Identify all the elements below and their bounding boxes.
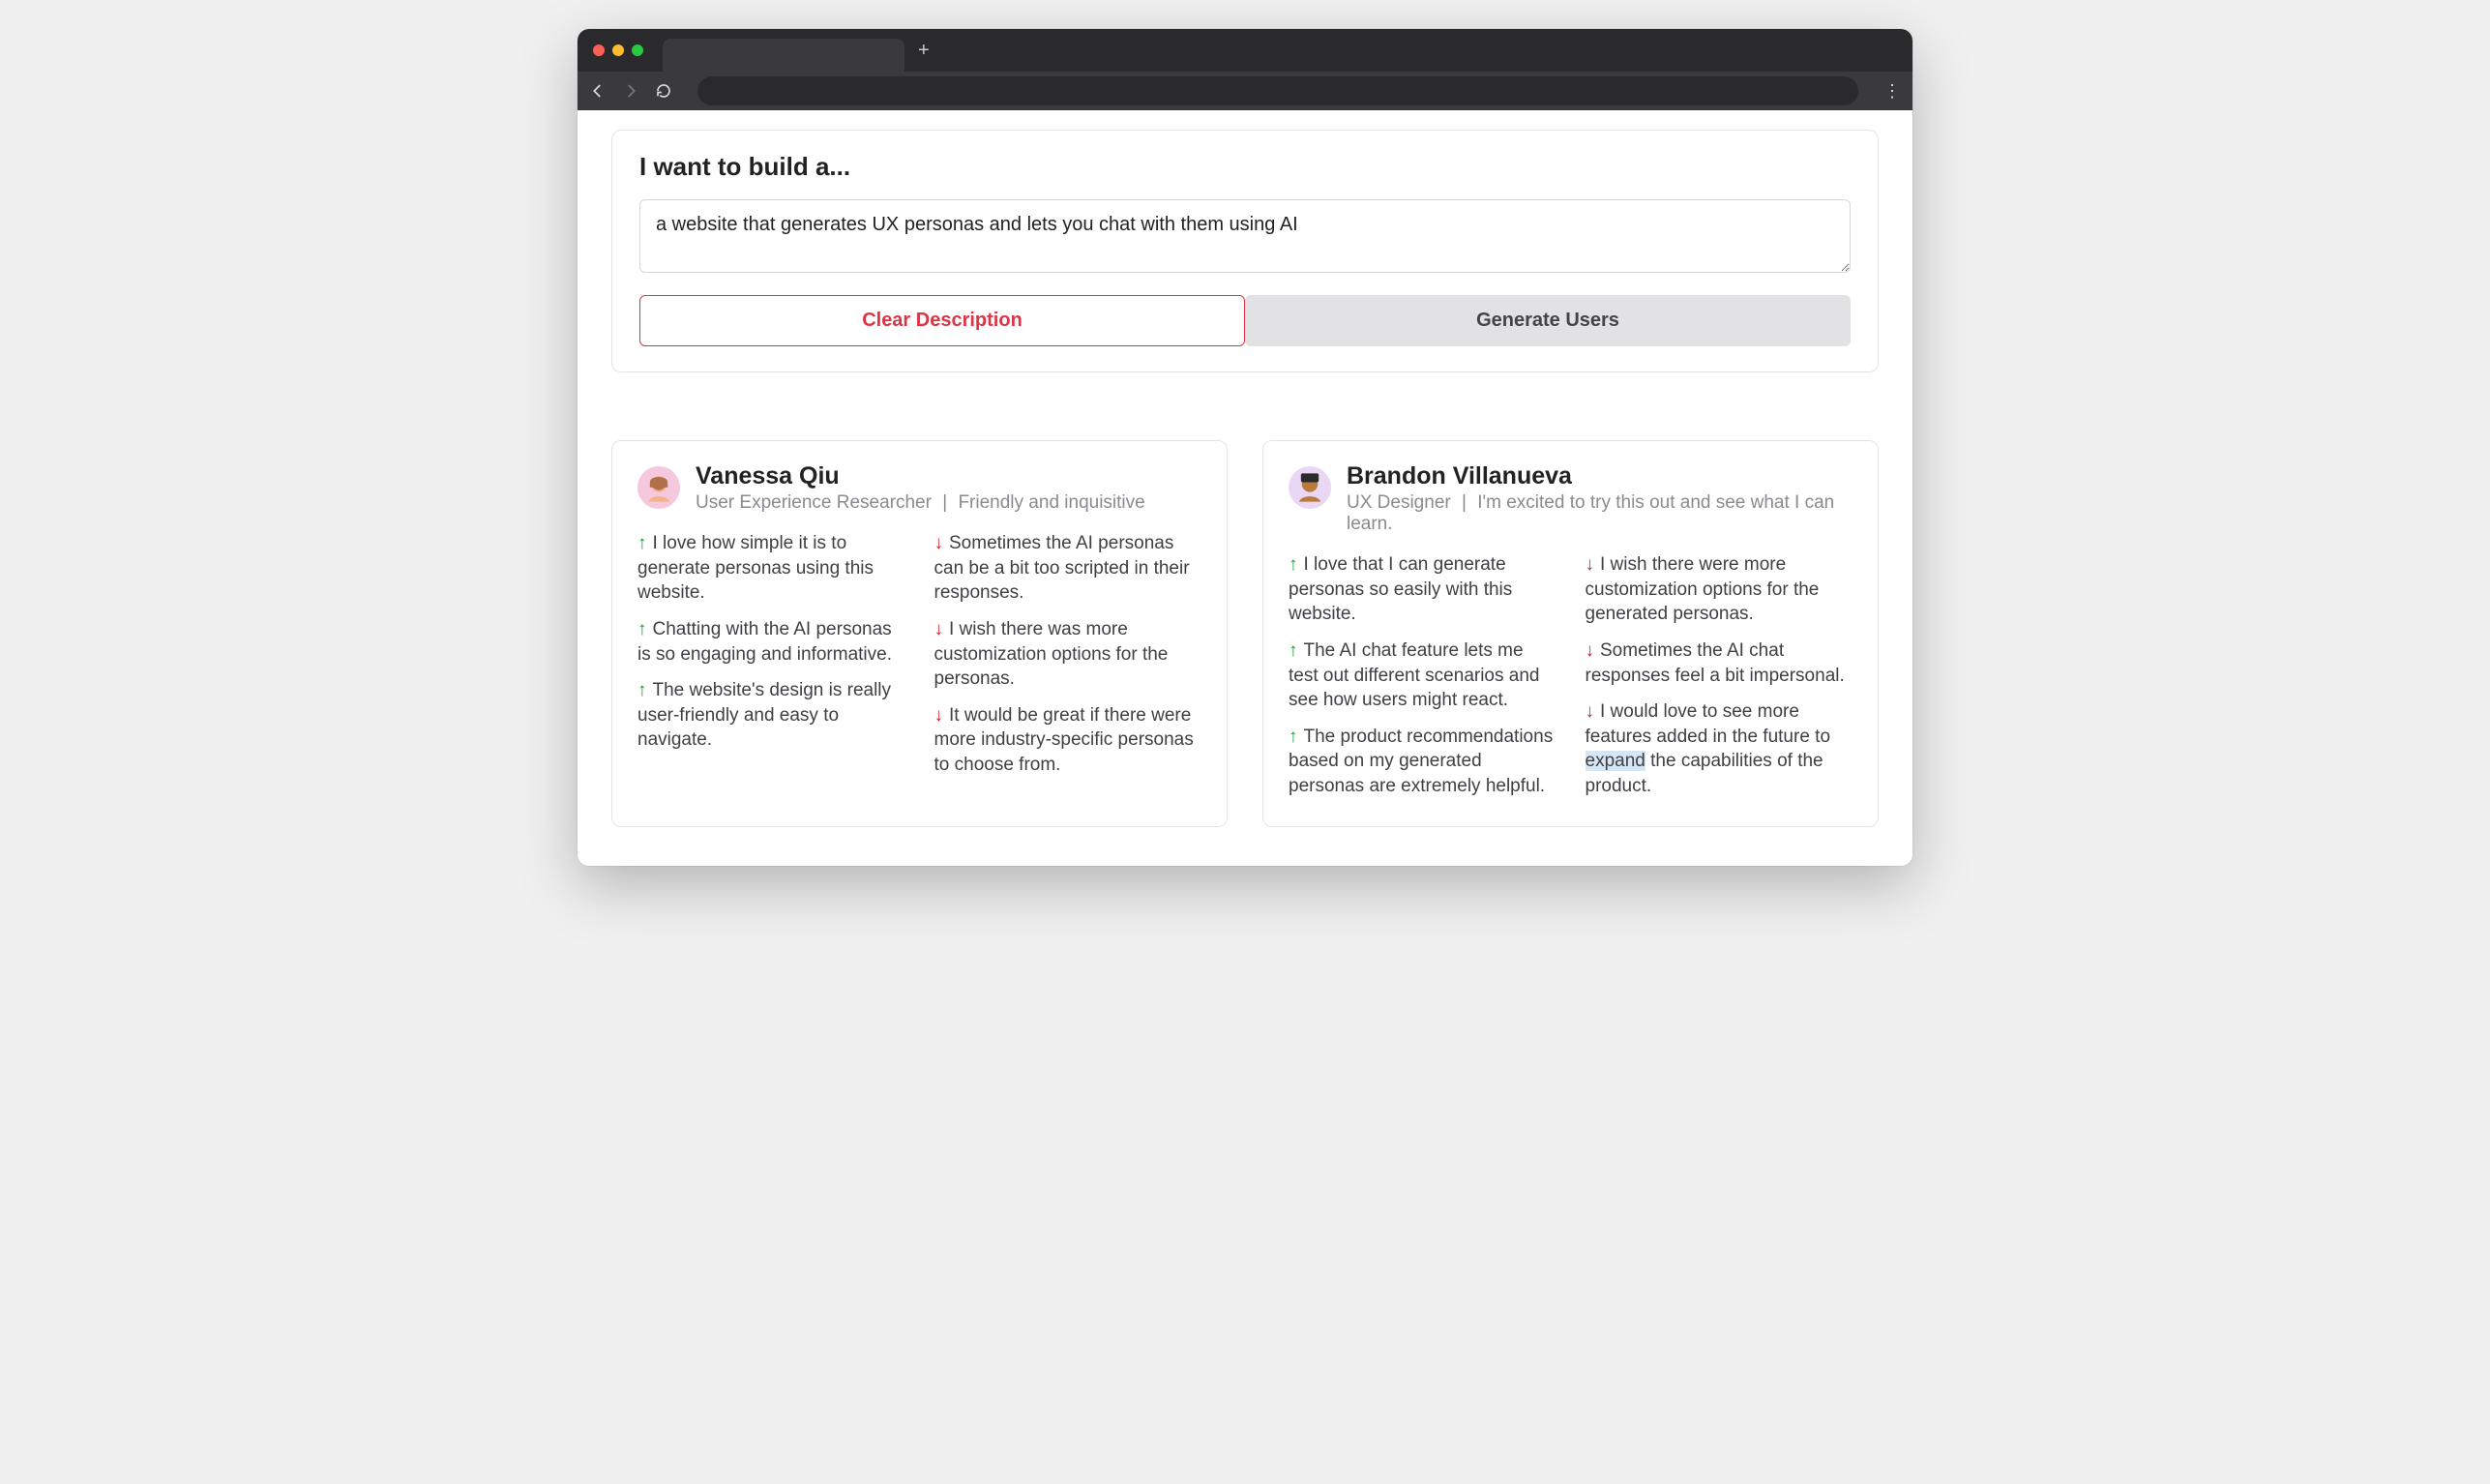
arrow-down-icon: ↓ — [1586, 701, 1595, 722]
feedback-item: ↓I wish there were more customization op… — [1586, 552, 1853, 627]
arrow-down-icon: ↓ — [934, 533, 944, 553]
arrow-up-icon: ↑ — [1289, 640, 1298, 661]
persona-role: User Experience Researcher — [696, 492, 932, 513]
arrow-down-icon: ↓ — [934, 619, 944, 639]
reload-button[interactable] — [655, 82, 672, 100]
close-window-icon[interactable] — [593, 45, 605, 56]
browser-toolbar: ⋮ — [578, 72, 1912, 110]
feedback-item: ↑The website's design is really user-fri… — [637, 678, 905, 753]
arrow-down-icon: ↓ — [1586, 554, 1595, 575]
pros-column: ↑I love how simple it is to generate per… — [637, 531, 905, 778]
arrow-down-icon: ↓ — [1586, 640, 1595, 661]
feedback-columns: ↑I love how simple it is to generate per… — [637, 531, 1201, 778]
generate-users-button[interactable]: Generate Users — [1245, 295, 1851, 346]
feedback-item: ↓Sometimes the AI personas can be a bit … — [934, 531, 1202, 606]
persona-card: Vanessa Qiu User Experience Researcher |… — [611, 440, 1228, 827]
prompt-card: I want to build a... Clear Description G… — [611, 130, 1879, 372]
back-button[interactable] — [589, 82, 607, 100]
cons-column: ↓I wish there were more customization op… — [1586, 552, 1853, 799]
feedback-item: ↑I love how simple it is to generate per… — [637, 531, 905, 606]
window-controls — [593, 45, 643, 56]
persona-card: Brandon Villanueva UX Designer | I'm exc… — [1262, 440, 1879, 827]
persona-name: Brandon Villanueva — [1347, 462, 1853, 490]
address-bar[interactable] — [697, 76, 1858, 105]
persona-grid: Vanessa Qiu User Experience Researcher |… — [611, 440, 1879, 827]
feedback-item: ↓I wish there was more customization opt… — [934, 617, 1202, 692]
persona-trait: Friendly and inquisitive — [958, 492, 1144, 513]
feedback-item: ↓It would be great if there were more in… — [934, 703, 1202, 778]
browser-tab[interactable] — [663, 39, 904, 72]
maximize-window-icon[interactable] — [632, 45, 643, 56]
prompt-title: I want to build a... — [639, 152, 1851, 182]
arrow-down-icon: ↓ — [934, 705, 944, 726]
clear-description-button[interactable]: Clear Description — [639, 295, 1245, 346]
persona-role: UX Designer — [1347, 492, 1451, 513]
feedback-columns: ↑I love that I can generate personas so … — [1289, 552, 1853, 799]
feedback-item: ↑I love that I can generate personas so … — [1289, 552, 1556, 627]
forward-button[interactable] — [622, 82, 639, 100]
description-input[interactable] — [639, 199, 1851, 273]
feedback-item: ↓Sometimes the AI chat responses feel a … — [1586, 638, 1853, 688]
persona-header: Vanessa Qiu User Experience Researcher |… — [637, 462, 1201, 514]
highlighted-word: expand — [1586, 751, 1645, 771]
arrow-up-icon: ↑ — [1289, 727, 1298, 747]
persona-header: Brandon Villanueva UX Designer | I'm exc… — [1289, 462, 1853, 535]
arrow-up-icon: ↑ — [637, 619, 647, 639]
titlebar: + — [578, 29, 1912, 72]
browser-menu-icon[interactable]: ⋮ — [1883, 81, 1901, 102]
persona-subtitle: UX Designer | I'm excited to try this ou… — [1347, 492, 1853, 535]
arrow-up-icon: ↑ — [637, 680, 647, 700]
cons-column: ↓Sometimes the AI personas can be a bit … — [934, 531, 1202, 778]
browser-window: + ⋮ I want to build a... Clear Descripti… — [578, 29, 1912, 866]
minimize-window-icon[interactable] — [612, 45, 624, 56]
feedback-item: ↓I would love to see more features added… — [1586, 699, 1853, 799]
feedback-item: ↑The product recommendations based on my… — [1289, 725, 1556, 799]
tab-strip: + — [663, 29, 943, 72]
avatar — [637, 466, 680, 509]
feedback-item: ↑The AI chat feature lets me test out di… — [1289, 638, 1556, 713]
page-content: I want to build a... Clear Description G… — [578, 110, 1912, 866]
persona-name: Vanessa Qiu — [696, 462, 1201, 490]
button-row: Clear Description Generate Users — [639, 295, 1851, 346]
persona-subtitle: User Experience Researcher | Friendly an… — [696, 492, 1201, 514]
avatar — [1289, 466, 1331, 509]
new-tab-button[interactable]: + — [904, 40, 943, 62]
feedback-item: ↑Chatting with the AI personas is so eng… — [637, 617, 905, 667]
arrow-up-icon: ↑ — [637, 533, 647, 553]
pros-column: ↑I love that I can generate personas so … — [1289, 552, 1556, 799]
arrow-up-icon: ↑ — [1289, 554, 1298, 575]
